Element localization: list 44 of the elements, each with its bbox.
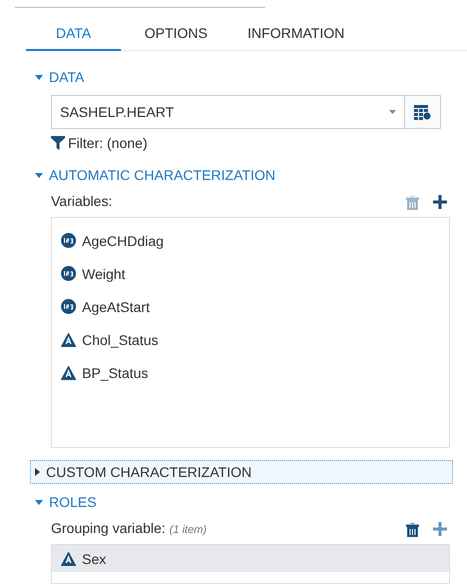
variable-name: BP_Status [82, 364, 148, 380]
variable-name: Chol_Status [82, 332, 158, 348]
filter-icon [51, 136, 65, 150]
section-header[interactable]: CUSTOM CHARACTERIZATION [30, 460, 453, 484]
section-header[interactable]: ROLES [30, 490, 102, 514]
delete-icon [406, 194, 419, 210]
numeric-icon [61, 233, 76, 248]
dataset-dropdown[interactable]: SASHELP.HEART [51, 95, 405, 129]
delete-icon [406, 522, 419, 536]
numeric-icon [61, 266, 76, 281]
caret-icon [35, 468, 40, 476]
variable-item[interactable]: AgeAtStart [52, 290, 449, 323]
table-button[interactable] [405, 95, 441, 129]
variable-item[interactable]: AgeCHDdiag [52, 224, 449, 257]
variable-item[interactable]: BP_Status [52, 356, 449, 389]
section-header[interactable]: DATA [30, 65, 90, 89]
tab[interactable]: OPTIONS [121, 21, 231, 51]
dropdown-caret-icon [389, 110, 396, 114]
variable-item[interactable]: Sex [52, 545, 449, 572]
filter-label: Filter: (none) [68, 135, 148, 151]
numeric-icon [61, 299, 76, 314]
character-icon [61, 366, 76, 380]
character-icon [61, 552, 76, 566]
tab[interactable]: DATA [26, 21, 121, 51]
list-label: Grouping variable: [51, 520, 166, 536]
caret-icon [35, 172, 43, 178]
delete-button[interactable] [406, 522, 419, 536]
character-icon [61, 332, 76, 346]
variable-item[interactable]: Chol_Status [52, 323, 449, 356]
tab[interactable]: INFORMATION [231, 21, 361, 51]
variable-name: Weight [82, 266, 126, 282]
variable-name: AgeAtStart [82, 298, 150, 314]
variable-item[interactable]: Weight [52, 257, 449, 290]
add-icon [433, 194, 447, 208]
variable-name: Sex [82, 550, 106, 566]
caret-icon [35, 500, 43, 504]
caret-icon [35, 74, 43, 80]
variable-name: AgeCHDdiag [82, 232, 164, 248]
add-icon [433, 522, 447, 536]
list-label: Variables: [51, 193, 112, 209]
section-header[interactable]: AUTOMATIC CHARACTERIZATION [30, 163, 280, 187]
item-count: (1 item) [169, 524, 207, 536]
table-icon [414, 104, 431, 120]
add-button[interactable] [433, 194, 447, 210]
